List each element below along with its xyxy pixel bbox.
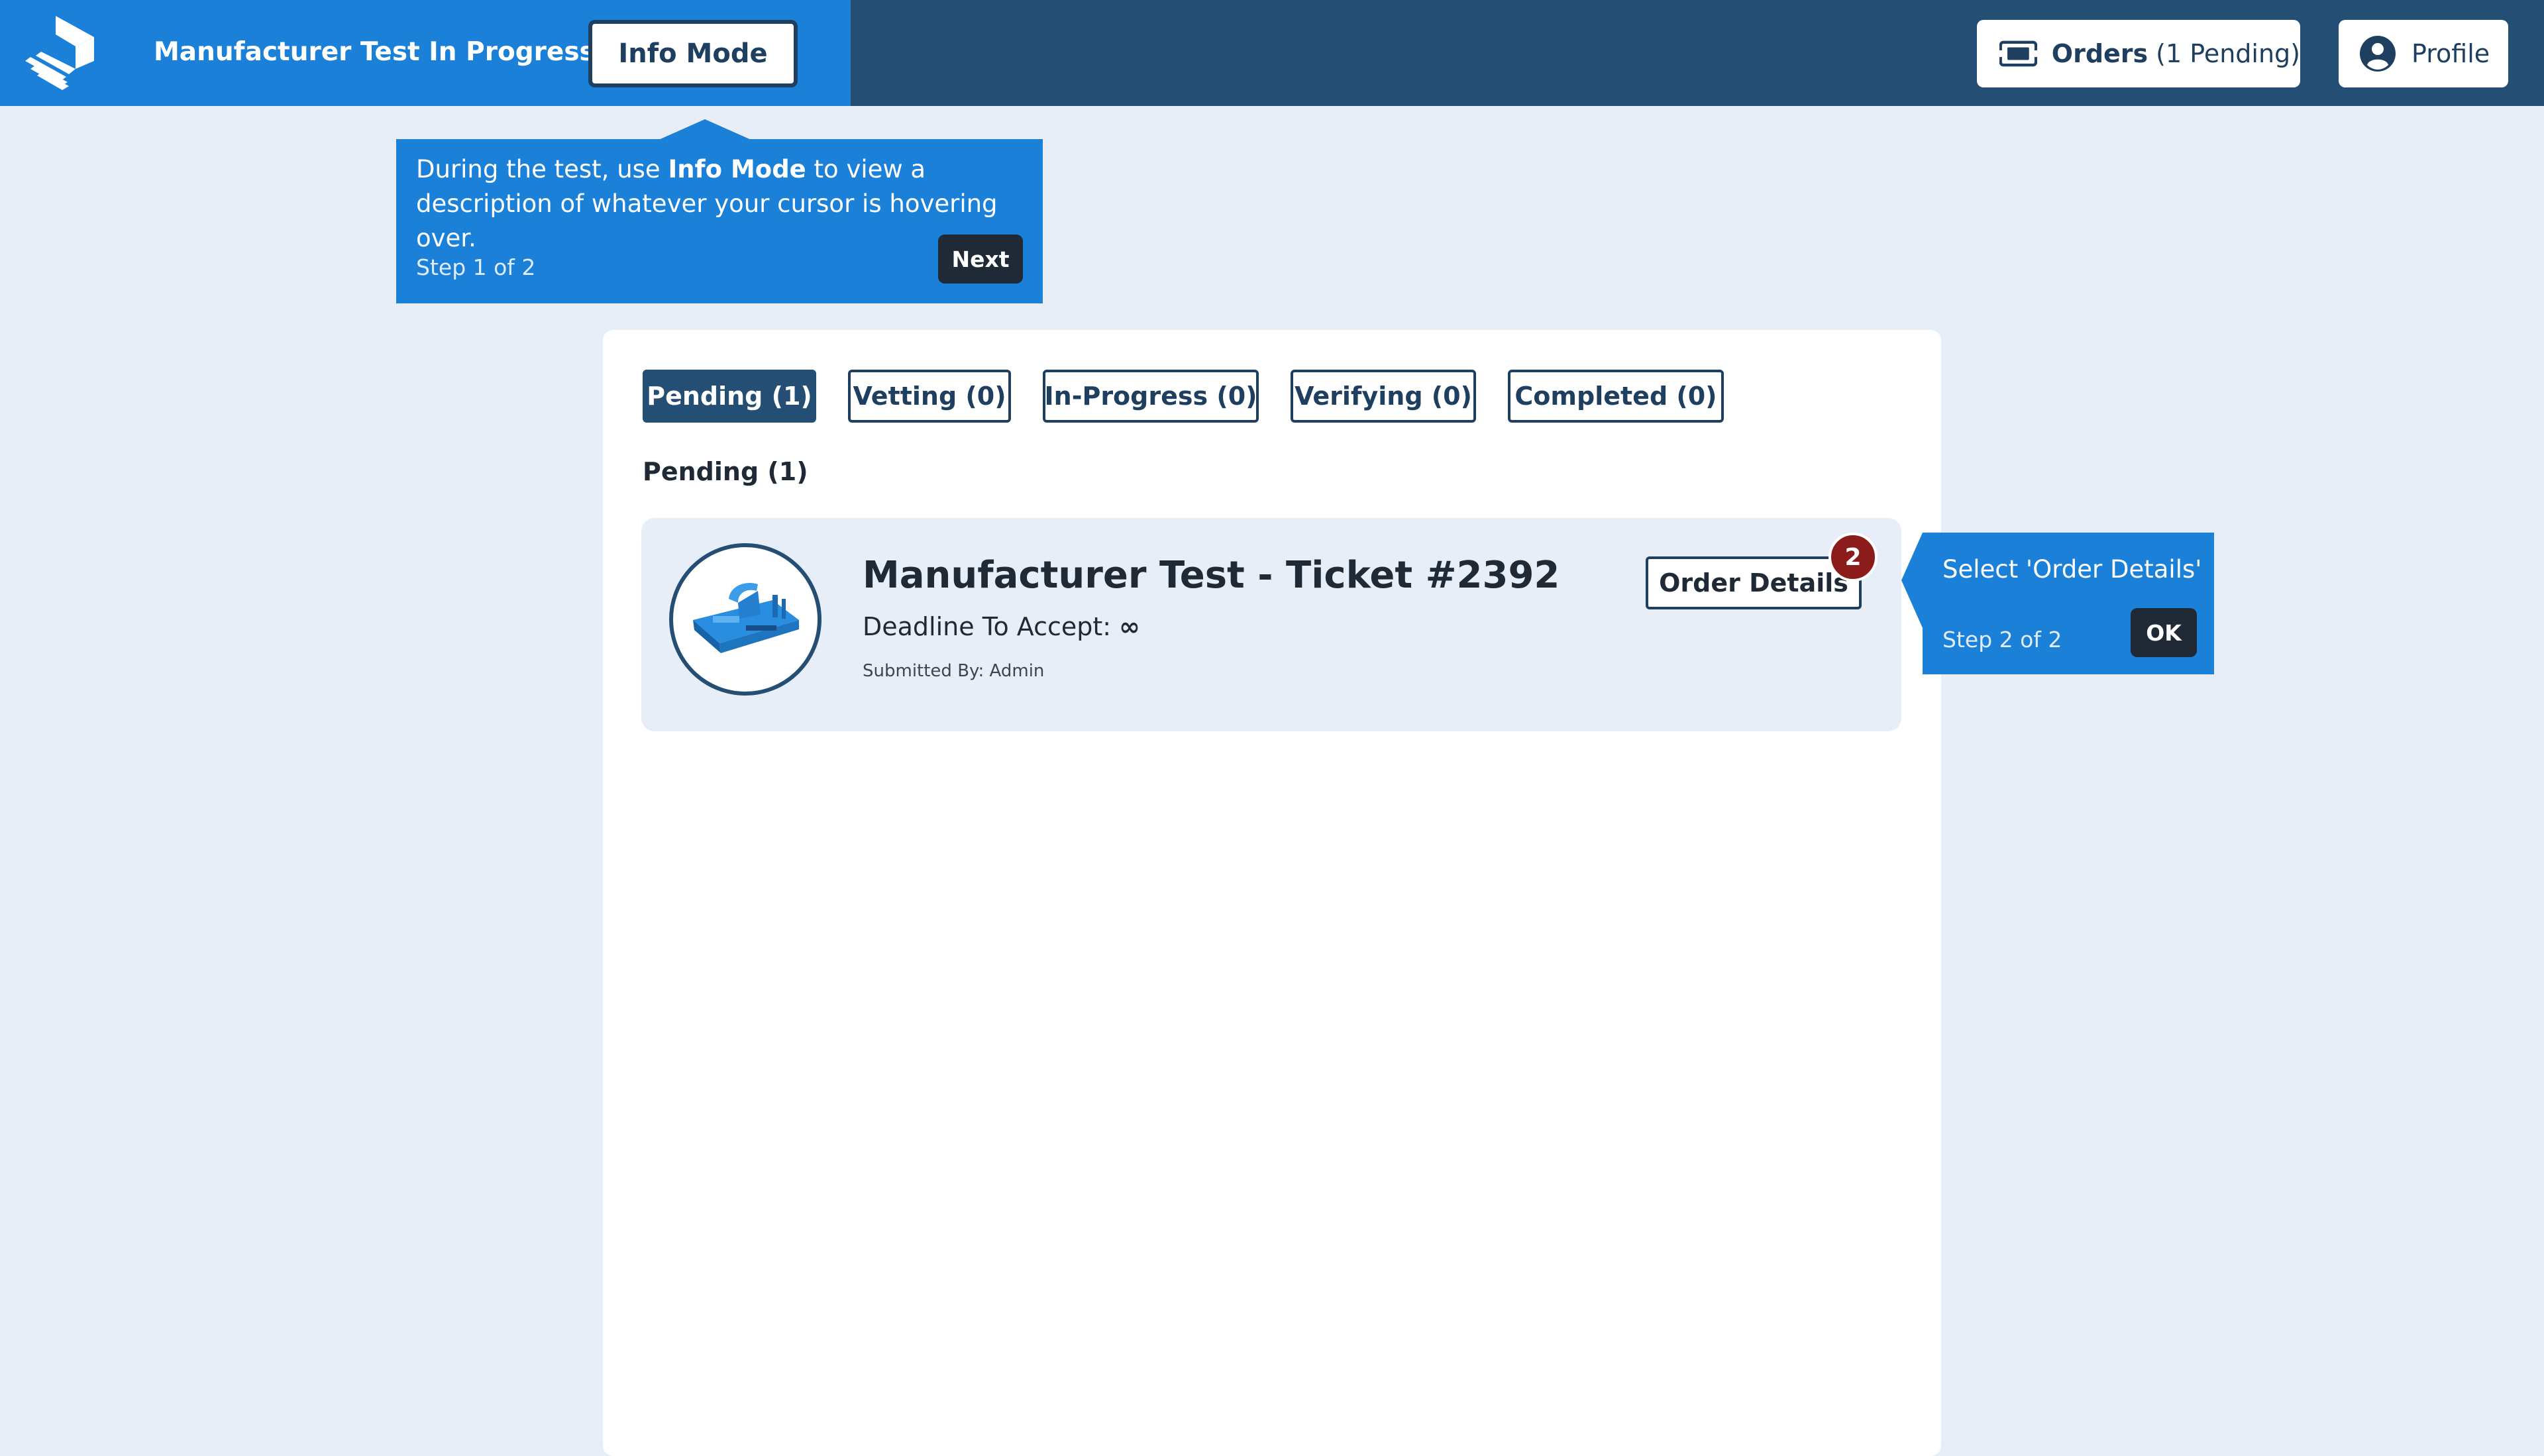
section-title: Pending (1) — [643, 457, 808, 486]
orders-button[interactable]: Orders (1 Pending) — [1977, 20, 2300, 87]
tooltip-step2-text: Select 'Order Details' — [1942, 555, 2202, 584]
orders-label: Orders — [2051, 39, 2148, 68]
ticket-icon — [1999, 40, 2037, 67]
profile-button[interactable]: Profile — [2339, 20, 2508, 87]
tooltip-next-button[interactable]: Next — [938, 234, 1023, 284]
part-model-image — [693, 583, 799, 653]
order-title: Manufacturer Test - Ticket #2392 — [863, 554, 1560, 597]
tooltip-step2-counter: Step 2 of 2 — [1942, 627, 2062, 652]
orders-pending-count: (1 Pending) — [2156, 39, 2300, 68]
tooltip-ok-button[interactable]: OK — [2131, 608, 2197, 657]
tooltip-step1-arrow — [657, 119, 753, 140]
tooltip-step1-text-prefix: During the test, use — [416, 155, 668, 183]
orders-panel: Pending (1) Vetting (0) In-Progress (0) … — [603, 330, 1941, 1456]
profile-label: Profile — [2412, 39, 2490, 68]
deadline-label: Deadline To Accept: — [863, 612, 1112, 641]
tab-verifying[interactable]: Verifying (0) — [1291, 370, 1476, 423]
app-title: Manufacturer Test In Progress — [154, 37, 595, 67]
tooltip-step1: During the test, use Info Mode to view a… — [396, 139, 1043, 303]
top-bar-accent: Manufacturer Test In Progress Info Mode — [0, 0, 851, 106]
step-badge: 2 — [1828, 533, 1878, 582]
user-avatar-icon — [2360, 36, 2396, 72]
tab-completed[interactable]: Completed (0) — [1508, 370, 1724, 423]
tab-vetting[interactable]: Vetting (0) — [848, 370, 1011, 423]
tooltip-step1-text-bold: Info Mode — [668, 155, 806, 183]
tooltip-step1-counter: Step 1 of 2 — [416, 254, 536, 280]
tooltip-step2: Select 'Order Details' Step 2 of 2 OK — [1923, 533, 2214, 674]
top-bar: Manufacturer Test In Progress Info Mode … — [0, 0, 2544, 106]
tooltip-step2-arrow — [1901, 533, 1923, 628]
tab-in-progress[interactable]: In-Progress (0) — [1043, 370, 1259, 423]
tab-pending[interactable]: Pending (1) — [643, 370, 816, 423]
order-card[interactable]: Manufacturer Test - Ticket #2392 Deadlin… — [641, 518, 1901, 731]
deadline-value: ∞ — [1119, 612, 1140, 641]
order-thumbnail — [669, 543, 822, 696]
app-logo-icon[interactable] — [21, 15, 107, 90]
info-mode-button[interactable]: Info Mode — [588, 20, 798, 87]
submitted-by: Submitted By: Admin — [863, 661, 1045, 681]
deadline: Deadline To Accept: ∞ — [863, 612, 1140, 641]
